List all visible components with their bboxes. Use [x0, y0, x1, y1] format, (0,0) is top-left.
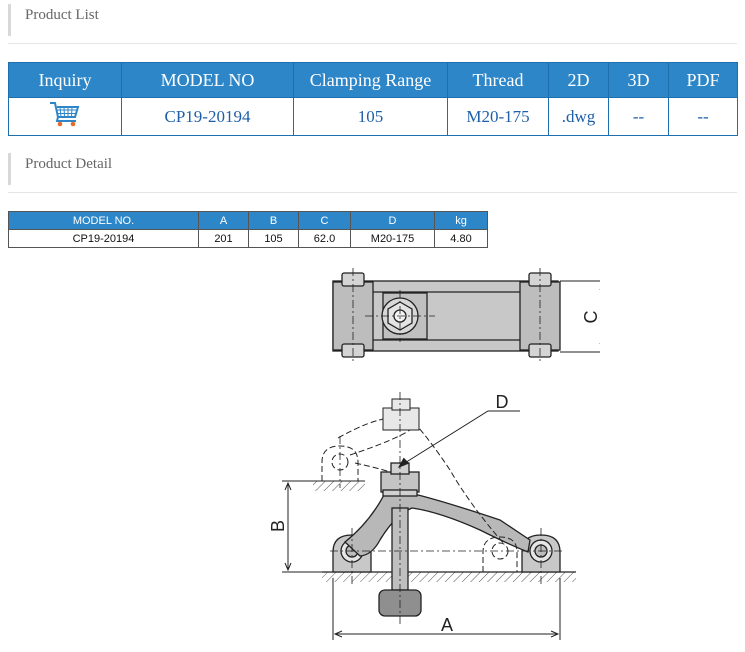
col-header-3d: 3D — [608, 62, 669, 98]
dimension-label-d: D — [496, 392, 509, 412]
3d-cell: -- — [608, 97, 669, 136]
col-header-inquiry: Inquiry — [8, 62, 122, 98]
product-detail-title: Product Detail — [25, 156, 113, 172]
detail-col-b: B — [248, 211, 299, 230]
detail-c: 62.0 — [298, 229, 351, 248]
product-list-table: Inquiry MODEL NO Clamping Range Thread 2… — [8, 62, 738, 136]
detail-d: M20-175 — [350, 229, 435, 248]
product-list-heading: Product List — [8, 4, 737, 36]
detail-header-row: MODEL NO. A B C D kg — [8, 211, 488, 230]
col-header-thread: Thread — [447, 62, 549, 98]
dimension-label-a: A — [441, 615, 453, 635]
dimension-label-c: C — [581, 311, 600, 324]
table-row: CP19-20194 201 105 62.0 M20-175 4.80 — [8, 229, 488, 248]
thread-cell: M20-175 — [447, 97, 549, 136]
col-header-model-no: MODEL NO — [121, 62, 294, 98]
detail-col-model-no: MODEL NO. — [8, 211, 199, 230]
table-header-row: Inquiry MODEL NO Clamping Range Thread 2… — [8, 62, 738, 98]
detail-b: 105 — [248, 229, 299, 248]
col-header-2d: 2D — [548, 62, 609, 98]
divider — [8, 192, 737, 193]
inquiry-cell — [8, 97, 122, 136]
technical-drawing: C D B A — [260, 262, 608, 646]
divider — [8, 43, 737, 44]
clamping-range-cell: 105 — [293, 97, 448, 136]
detail-col-c: C — [298, 211, 351, 230]
top-view — [332, 272, 561, 358]
detail-col-d: D — [350, 211, 435, 230]
shopping-cart-icon[interactable] — [48, 99, 82, 134]
detail-kg: 4.80 — [434, 229, 488, 248]
dimension-label-b: B — [268, 520, 288, 532]
col-header-pdf: PDF — [668, 62, 738, 98]
detail-a: 201 — [198, 229, 249, 248]
detail-model-no: CP19-20194 — [8, 229, 199, 248]
model-no-cell: CP19-20194 — [121, 97, 294, 136]
detail-col-kg: kg — [434, 211, 488, 230]
table-row: CP19-20194 105 M20-175 .dwg -- -- — [8, 97, 738, 136]
product-detail-heading: Product Detail — [8, 153, 737, 185]
col-header-clamping-range: Clamping Range — [293, 62, 448, 98]
detail-col-a: A — [198, 211, 249, 230]
2d-dwg-link[interactable]: .dwg — [548, 97, 609, 136]
pdf-cell: -- — [668, 97, 738, 136]
product-detail-table: MODEL NO. A B C D kg CP19-20194 201 105 … — [8, 211, 488, 248]
product-list-title: Product List — [25, 7, 99, 23]
